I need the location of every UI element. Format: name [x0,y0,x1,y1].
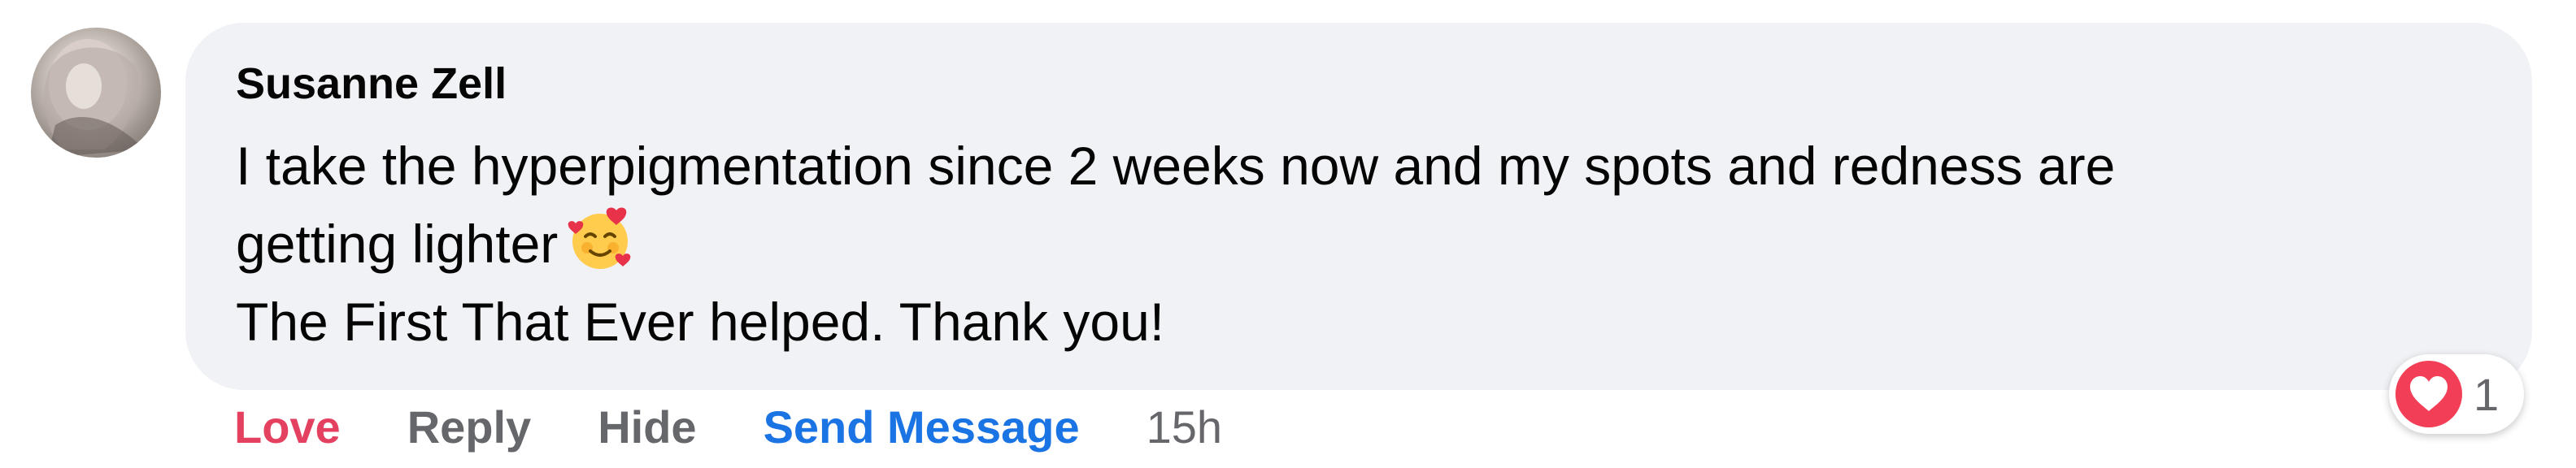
comment-line: The First That Ever helped. Thank you! [236,292,1165,352]
heart-icon [2395,361,2462,427]
reaction-summary[interactable]: 1 [2389,354,2524,434]
timestamp[interactable]: 15h [1147,401,1222,453]
love-button[interactable]: Love [234,401,341,453]
comment-line: I take the hyperpigmentation since 2 wee… [236,136,2116,196]
smiling-face-with-hearts-icon [568,207,631,269]
reply-button[interactable]: Reply [407,401,532,453]
hide-button[interactable]: Hide [598,401,696,453]
profile-photo [44,39,145,158]
comment-actions: Love Reply Hide Send Message 15h [234,400,1222,453]
reaction-count: 1 [2474,368,2500,420]
send-message-button[interactable]: Send Message [764,401,1080,453]
comment-line-with-emoji: getting lighter [236,205,2480,283]
comment-line: getting lighter [236,214,559,274]
comment-text: I take the hyperpigmentation since 2 wee… [236,127,2480,361]
comment-author[interactable]: Susanne Zell [236,57,507,110]
avatar[interactable] [31,28,161,158]
